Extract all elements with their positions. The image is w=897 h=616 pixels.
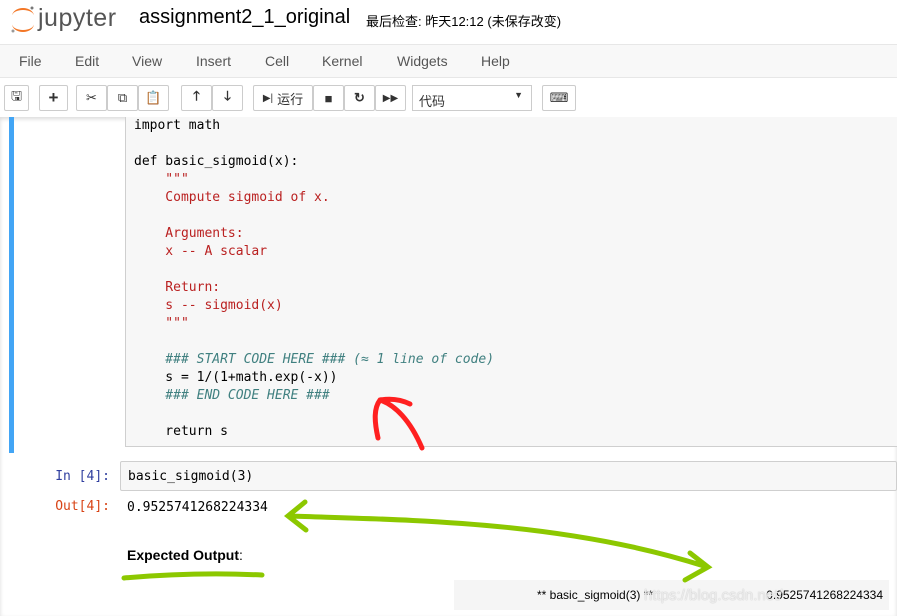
run-label: 运行: [277, 91, 304, 107]
keyboard-icon: ⌨: [549, 90, 569, 105]
code-line: """: [134, 316, 189, 331]
run-button[interactable]: ▶| 运行: [253, 85, 313, 111]
code-line: s = 1/(1+math.exp(-x)): [134, 370, 338, 385]
arrow-down-icon: 🡓: [224, 88, 231, 103]
cell-output: 0.9525741268224334: [127, 500, 268, 515]
input-prompt: In [4]:: [55, 469, 110, 484]
dropdown-arrow-icon: ▼: [514, 90, 523, 100]
copy-icon: ⧉: [117, 90, 128, 105]
table-cell-label: ** basic_sigmoid(3) **: [537, 588, 654, 602]
code-line: x -- A scalar: [134, 244, 268, 259]
code-line: ### END CODE HERE ###: [134, 388, 330, 403]
expected-output-label: Expected Output: [127, 547, 240, 563]
code-line: def basic_sigmoid(x):: [134, 154, 299, 169]
watermark: https://blog.csdn.net/: [644, 587, 783, 604]
step-forward-icon: ▶|: [262, 92, 274, 104]
copy-button[interactable]: ⧉: [107, 85, 138, 111]
paste-icon: 📋: [145, 90, 162, 105]
cut-button[interactable]: ✂: [76, 85, 107, 111]
menu-insert[interactable]: Insert: [196, 53, 231, 69]
toolbar: 🖫 + ✂ ⧉ 📋 🡑 🡓 ▶| 运行 ■ ↻ ▶▶ 代码 ▼ ⌨: [0, 84, 897, 114]
colon: :: [239, 547, 243, 563]
menubar: File Edit View Insert Cell Kernel Widget…: [0, 44, 897, 78]
cell-input[interactable]: basic_sigmoid(3): [120, 461, 897, 491]
move-up-button[interactable]: 🡑: [181, 85, 212, 111]
cell-input[interactable]: import math def basic_sigmoid(x): """ Com…: [125, 117, 897, 447]
code-text: basic_sigmoid(3): [128, 469, 254, 484]
code-editor[interactable]: basic_sigmoid(3): [128, 468, 253, 486]
code-line: Return:: [134, 280, 221, 295]
restart-icon: ↻: [354, 90, 365, 105]
interrupt-button[interactable]: ■: [313, 85, 344, 111]
scissors-icon: ✂: [86, 90, 97, 105]
expected-output-heading: Expected Output:: [127, 547, 243, 563]
menu-cell[interactable]: Cell: [265, 53, 289, 69]
restart-run-all-button[interactable]: ▶▶: [375, 85, 406, 111]
cell-type-value: 代码: [419, 94, 446, 109]
code-line: """: [134, 172, 189, 187]
table-cell-value: 0.9525741268224334: [766, 588, 883, 602]
fast-forward-icon: ▶▶: [382, 92, 399, 104]
plus-icon: +: [48, 88, 59, 107]
code-line: s -- sigmoid(x): [134, 298, 283, 313]
move-down-button[interactable]: 🡓: [212, 85, 243, 111]
code-line: Compute sigmoid of x.: [134, 190, 330, 205]
logo-text: jupyter: [38, 4, 117, 32]
menu-help[interactable]: Help: [481, 53, 510, 69]
jupyter-logo-icon[interactable]: [8, 4, 38, 34]
output-prompt: Out[4]:: [55, 499, 110, 514]
code-cell-selected[interactable]: import math def basic_sigmoid(x): """ Com…: [9, 117, 897, 453]
menu-widgets[interactable]: Widgets: [397, 53, 448, 69]
menu-file[interactable]: File: [19, 53, 42, 69]
code-line: ### START CODE HERE ### (≈ 1 line of cod…: [134, 352, 495, 367]
menu-edit[interactable]: Edit: [75, 53, 99, 69]
checkpoint-status: 最后检查: 昨天12:12 (未保存改变): [366, 14, 562, 29]
code-line: return s: [134, 424, 228, 439]
paste-button[interactable]: 📋: [138, 85, 169, 111]
notebook-title[interactable]: assignment2_1_original: [139, 6, 350, 29]
code-line: import math: [134, 118, 221, 133]
save-button[interactable]: 🖫: [4, 85, 29, 111]
command-palette-button[interactable]: ⌨: [542, 85, 576, 111]
arrow-up-icon: 🡑: [193, 88, 200, 103]
stop-icon: ■: [324, 90, 333, 106]
code-line: Arguments:: [134, 226, 244, 241]
menu-view[interactable]: View: [132, 53, 162, 69]
restart-button[interactable]: ↻: [344, 85, 375, 111]
code-editor[interactable]: import math def basic_sigmoid(x): """ Com…: [134, 117, 494, 441]
save-icon: 🖫: [10, 88, 23, 103]
menu-kernel[interactable]: Kernel: [322, 53, 362, 69]
insert-cell-button[interactable]: +: [39, 85, 68, 111]
cell-type-select[interactable]: 代码 ▼: [412, 85, 532, 111]
header: jupyter assignment2_1_original 最后检查: 昨天1…: [0, 0, 897, 44]
notebook-area: import math def basic_sigmoid(x): """ Com…: [0, 117, 897, 616]
